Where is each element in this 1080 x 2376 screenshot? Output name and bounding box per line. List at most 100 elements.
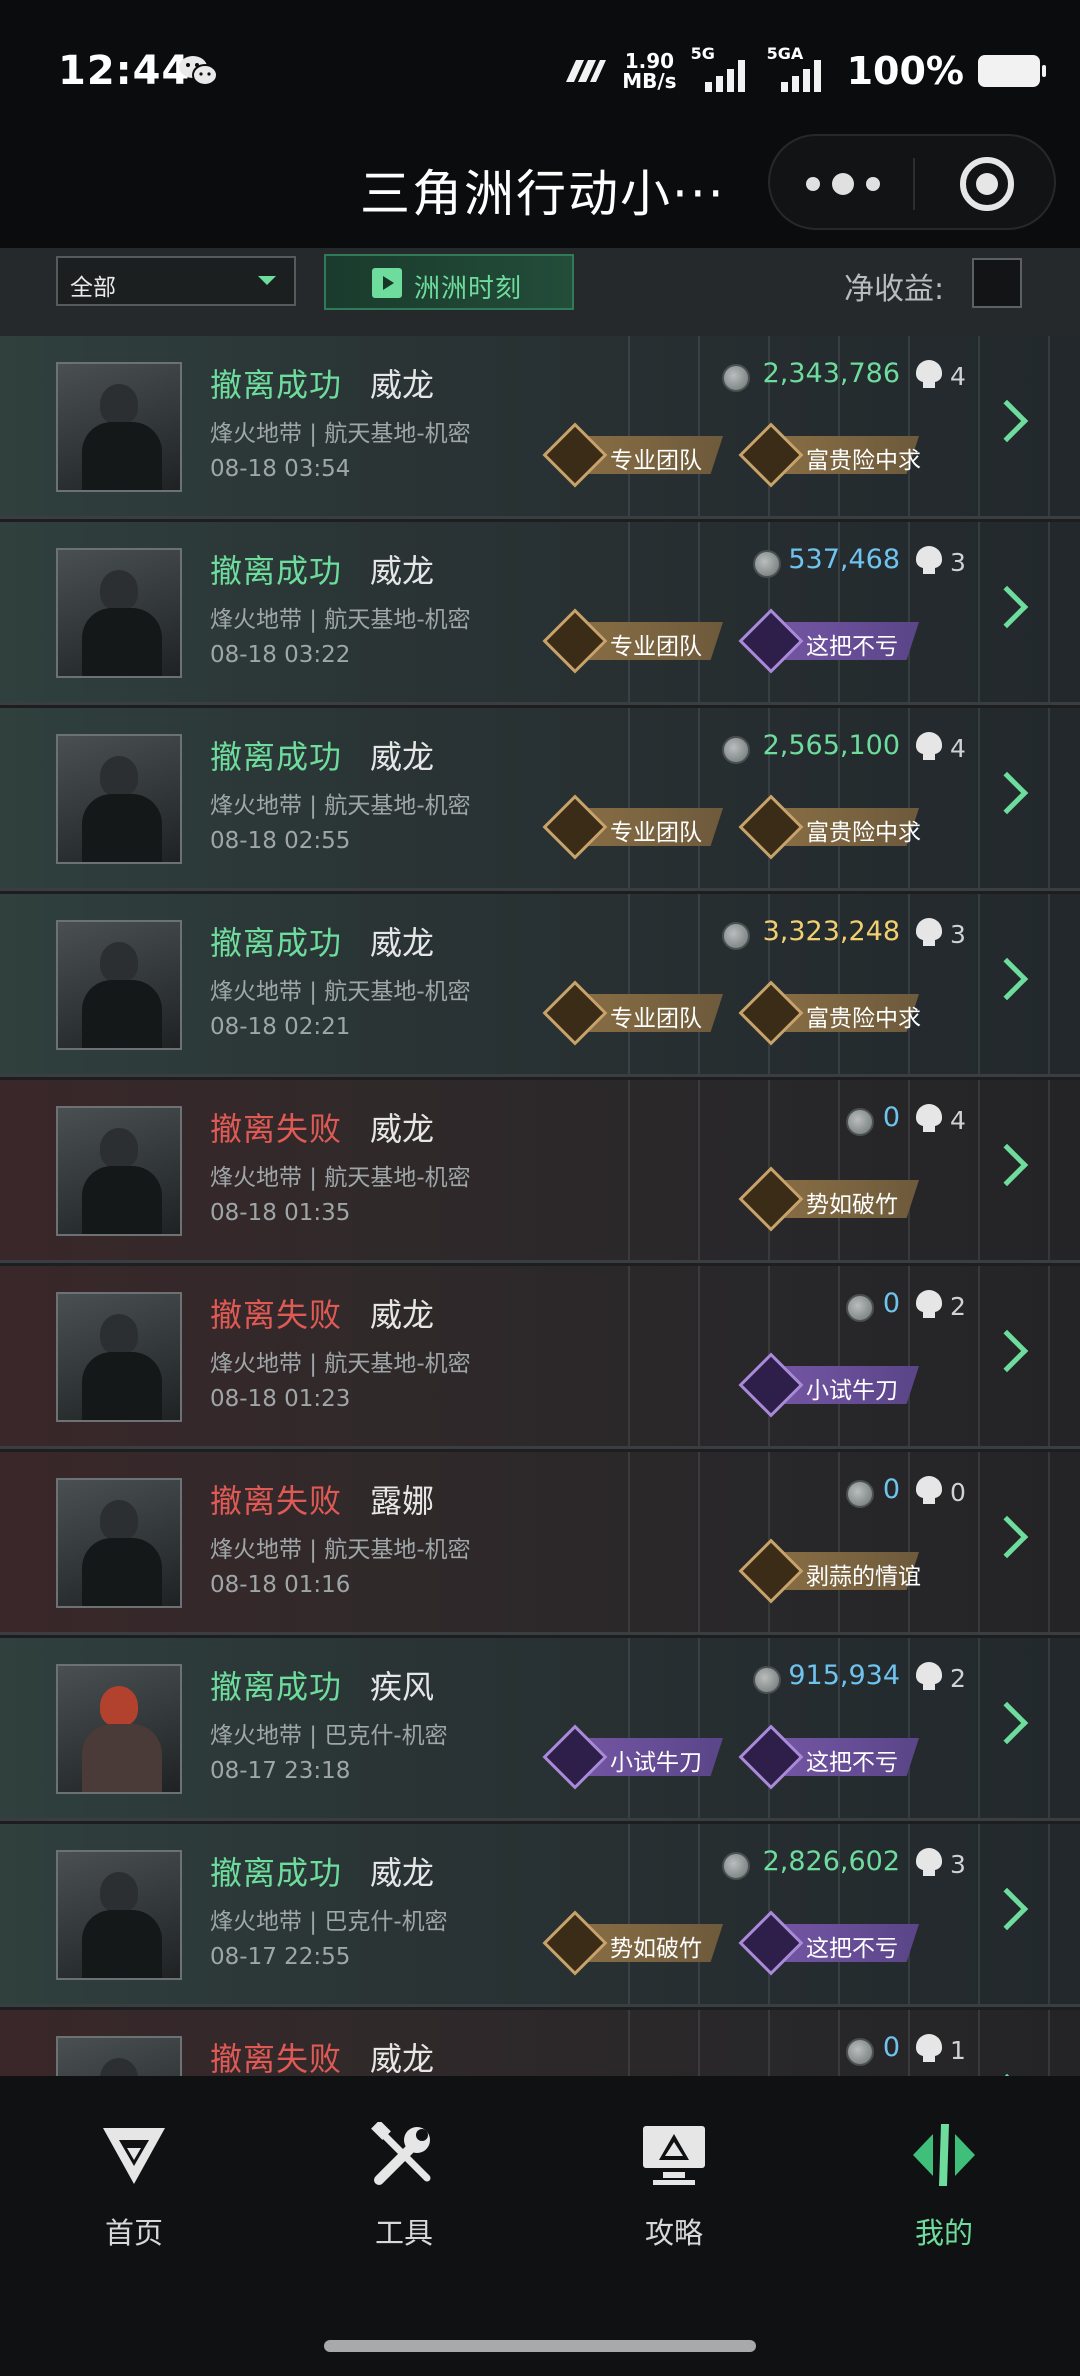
operator-name: 威龙: [370, 1854, 435, 1892]
nav-guide-label: 攻略: [644, 2216, 703, 2250]
profit-value: 2,343,786: [762, 358, 900, 389]
signal-5g: 5G: [691, 44, 753, 94]
match-row[interactable]: 撤离失败 露娜 烽火地带 | 航天基地-机密 08-18 01:16 0 0 剥蒜的情谊: [0, 1452, 1080, 1635]
more-icon[interactable]: [806, 170, 880, 198]
map-name: 烽火地带 | 航天基地-机密: [210, 979, 471, 1005]
extraction-result: 撤离失败: [210, 2040, 343, 2076]
achievement-badge: 富贵险中求: [738, 794, 921, 860]
extraction-result: 撤离成功: [210, 1854, 343, 1892]
coin-icon: [846, 1480, 874, 1508]
extraction-result: 撤离成功: [210, 738, 343, 776]
operator-name: 威龙: [370, 738, 435, 776]
operator-avatar: [56, 920, 182, 1050]
achievement-badge: 小试牛刀: [738, 1352, 919, 1418]
achievement-badge: 专业团队: [542, 422, 723, 488]
badge-label: 富贵险中求: [806, 1006, 921, 1032]
map-name: 烽火地带 | 巴克什-机密: [210, 1723, 448, 1749]
match-row[interactable]: 撤离失败 威龙 0 1: [0, 2010, 1080, 2076]
coin-icon: [722, 1852, 750, 1880]
kill-count: 4: [950, 1106, 966, 1135]
profit-value: 0: [882, 1102, 900, 1133]
nav-tools[interactable]: 工具: [314, 2122, 494, 2262]
battery-icon: [978, 55, 1046, 87]
row-background-art: [600, 2010, 1080, 2076]
skull-icon: [916, 1290, 942, 1320]
badge-label: 专业团队: [610, 820, 702, 846]
skull-icon: [916, 360, 942, 390]
network-speed: 1.90 MB/s: [622, 51, 676, 91]
nav-profile[interactable]: 我的: [854, 2122, 1034, 2262]
profit-value: 2,565,100: [762, 730, 900, 761]
match-row[interactable]: 撤离成功 疾风 烽火地带 | 巴克什-机密 08-17 23:18 915,934 2 这把…: [0, 1638, 1080, 1821]
skull-icon: [916, 2034, 942, 2064]
operator-avatar: [56, 1850, 182, 1980]
badge-label: 小试牛刀: [610, 1750, 702, 1776]
tools-icon: [371, 2122, 431, 2185]
match-time: 08-18 02:21: [210, 1014, 351, 1040]
match-time: 08-18 02:55: [210, 828, 351, 854]
match-row[interactable]: 撤离成功 威龙 烽火地带 | 航天基地-机密 08-18 02:55 2,565,100…: [0, 708, 1080, 891]
match-row[interactable]: 撤离成功 威龙 烽火地带 | 航天基地-机密 08-18 03:54 2,343,786…: [0, 336, 1080, 519]
nav-home-label: 首页: [104, 2216, 163, 2250]
gold-emblem-icon: [542, 608, 608, 674]
operator-avatar: [56, 1664, 182, 1794]
nav-guide[interactable]: 攻略: [584, 2122, 764, 2262]
skull-icon: [916, 732, 942, 762]
home-indicator[interactable]: [324, 2340, 756, 2352]
skull-icon: [916, 546, 942, 576]
coin-icon: [846, 1108, 874, 1136]
profit-value: 0: [882, 2032, 900, 2063]
map-name: 烽火地带 | 航天基地-机密: [210, 421, 471, 447]
net-profit-checkbox[interactable]: [972, 258, 1022, 308]
mode-filter-select[interactable]: 全部: [56, 256, 296, 306]
home-logo-icon: [103, 2128, 165, 2184]
coin-icon: [722, 364, 750, 392]
profit-value: 2,826,602: [762, 1846, 900, 1877]
coin-icon: [753, 1666, 781, 1694]
capsule-divider: [913, 158, 915, 210]
nav-home[interactable]: 首页: [44, 2122, 224, 2262]
badge-label: 这把不亏: [806, 634, 898, 660]
badge-label: 这把不亏: [806, 1750, 898, 1776]
profit-value: 0: [882, 1288, 900, 1319]
achievement-badge: 小试牛刀: [542, 1724, 723, 1790]
achievement-badge: 专业团队: [542, 794, 723, 860]
kill-count: 0: [950, 1478, 966, 1507]
close-mini-program-icon[interactable]: [960, 157, 1014, 211]
match-row[interactable]: 撤离失败 威龙 烽火地带 | 航天基地-机密 08-18 01:35 0 4 势如破竹: [0, 1080, 1080, 1263]
battery-percent: 100%: [846, 49, 964, 93]
operator-avatar: [56, 734, 182, 864]
match-row[interactable]: 撤离成功 威龙 烽火地带 | 航天基地-机密 08-18 02:21 3,323,248…: [0, 894, 1080, 1077]
badge-label: 小试牛刀: [806, 1378, 898, 1404]
badge-label: 剥蒜的情谊: [806, 1564, 921, 1590]
moments-button-label: 洲洲时刻: [414, 274, 523, 304]
kill-count: 2: [950, 1664, 966, 1693]
match-row[interactable]: 撤离成功 威龙 烽火地带 | 航天基地-机密 08-18 03:22 537,468 3 这…: [0, 522, 1080, 705]
operator-name: 露娜: [370, 1482, 435, 1520]
kill-count: 4: [950, 362, 966, 391]
match-row[interactable]: 撤离成功 威龙 烽火地带 | 巴克什-机密 08-17 22:55 2,826,602 3…: [0, 1824, 1080, 2007]
achievement-badge: 专业团队: [542, 608, 723, 674]
achievement-badge: 势如破竹: [542, 1910, 723, 1976]
badge-label: 势如破竹: [806, 1192, 898, 1218]
skull-icon: [916, 1104, 942, 1134]
achievement-badge: 这把不亏: [738, 1724, 919, 1790]
operator-name: 威龙: [370, 552, 435, 590]
moments-button[interactable]: 洲洲时刻: [324, 254, 574, 310]
gold-emblem-icon: [542, 1910, 608, 1976]
kill-count: 3: [950, 1850, 966, 1879]
coin-icon: [846, 1294, 874, 1322]
gold-emblem-icon: [542, 980, 608, 1046]
achievement-badge: 剥蒜的情谊: [738, 1538, 921, 1604]
match-row[interactable]: 撤离失败 威龙 烽火地带 | 航天基地-机密 08-18 01:23 0 2 小试牛刀: [0, 1266, 1080, 1449]
operator-avatar: [56, 362, 182, 492]
page-title: 三角洲行动小···: [360, 165, 726, 223]
net-profit-label: 净收益:: [844, 272, 945, 307]
operator-avatar: [56, 1106, 182, 1236]
guide-monitor-icon: [643, 2126, 705, 2185]
extraction-result: 撤离失败: [210, 1296, 343, 1334]
coin-icon: [753, 550, 781, 578]
match-history-list[interactable]: 撤离成功 威龙 烽火地带 | 航天基地-机密 08-18 03:54 2,343,786…: [0, 336, 1080, 2076]
mode-filter-value: 全部: [70, 275, 116, 301]
match-time: 08-18 01:35: [210, 1200, 351, 1226]
